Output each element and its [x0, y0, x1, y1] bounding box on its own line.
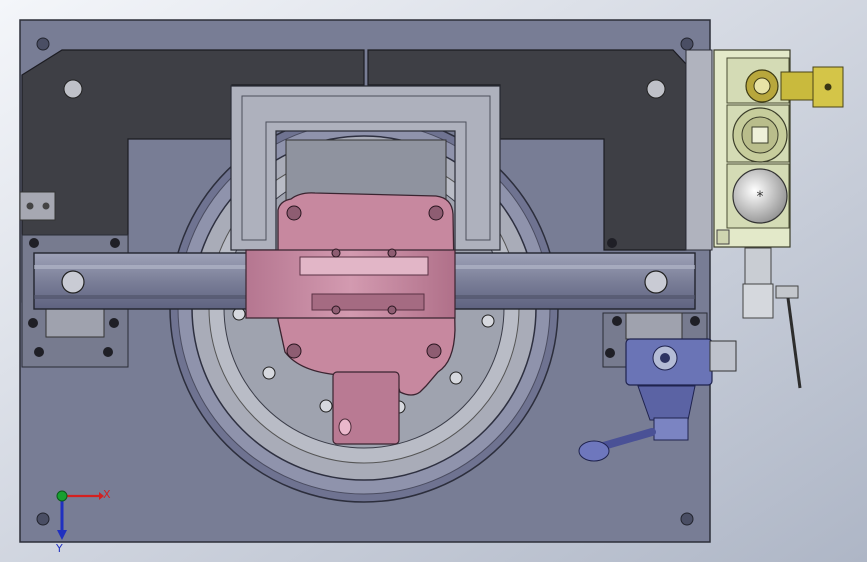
cad-viewport[interactable]: * X Y [0, 0, 867, 562]
triad-x-label: X [103, 488, 111, 501]
valve-mount-plate [685, 49, 713, 251]
valve-indicator-mark: * [757, 189, 764, 205]
triad-y-label: Y [55, 542, 63, 555]
triad-origin [56, 490, 68, 502]
